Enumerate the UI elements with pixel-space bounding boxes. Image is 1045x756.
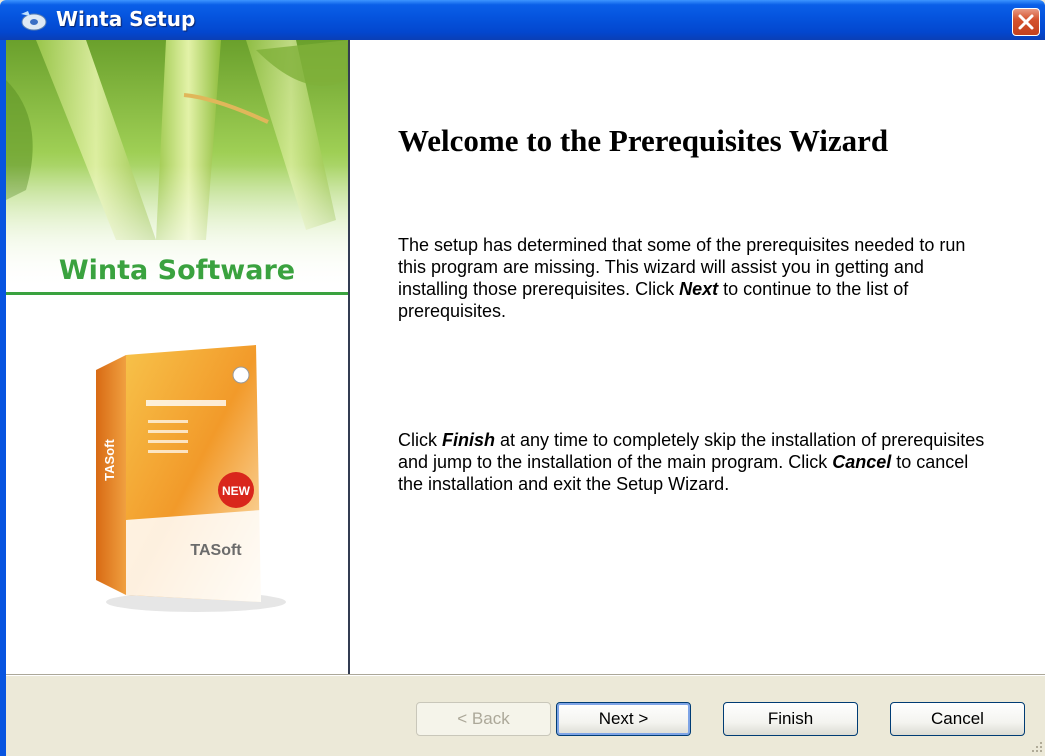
product-box-image: NEW TASoft TASoft — [96, 345, 286, 612]
close-icon — [1018, 14, 1034, 30]
setup-disc-icon — [18, 8, 48, 32]
window-title: Winta Setup — [56, 7, 196, 31]
page-title: Welcome to the Prerequisites Wizard — [398, 123, 889, 158]
box-side-brand-text: TASoft — [102, 439, 117, 481]
box-badge-text: NEW — [222, 484, 251, 498]
welcome-content: Welcome to the Prerequisites Wizard The … — [350, 40, 1045, 674]
banner-divider — [6, 292, 348, 295]
cancel-button[interactable]: Cancel — [890, 702, 1025, 736]
banner-panel: Winta Software NEW TASoft TASoft — [6, 40, 348, 674]
finish-emphasis: Finish — [442, 430, 495, 450]
box-brand-text: TASoft — [190, 542, 242, 559]
bamboo-banner-image — [6, 40, 348, 290]
finish-text-start: Click — [398, 430, 442, 450]
finish-paragraph: Click Finish at any time to completely s… — [398, 429, 998, 495]
close-button[interactable] — [1012, 8, 1040, 36]
back-button: < Back — [416, 702, 551, 736]
cancel-emphasis: Cancel — [832, 452, 892, 472]
finish-button[interactable]: Finish — [723, 702, 858, 736]
brand-name: Winta Software — [58, 255, 296, 286]
next-button[interactable]: Next > — [556, 702, 691, 736]
setup-window: Winta Setup Winta Software NEW TASoft TA… — [0, 0, 1045, 756]
title-bar[interactable]: Winta Setup — [0, 0, 1045, 40]
intro-paragraph: The setup has determined that some of th… — [398, 234, 998, 322]
resize-grip-icon[interactable] — [1030, 740, 1044, 754]
button-bar-separator-highlight — [6, 675, 1045, 676]
next-emphasis: Next — [679, 279, 719, 299]
